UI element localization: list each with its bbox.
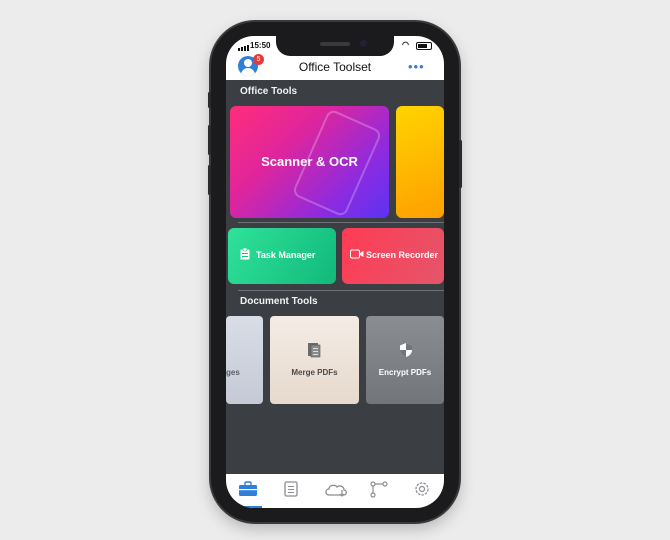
merge-pdfs-card[interactable]: Merge PDFs [270,316,359,404]
divider [238,290,444,291]
scanner-ocr-card[interactable]: Scanner & OCR [230,106,389,218]
clipboard-icon [240,248,250,260]
tab-bar [226,474,444,508]
camera [360,40,367,47]
notch [276,36,394,56]
divider [238,222,444,223]
toolbox-icon[interactable] [237,480,259,498]
scanner-ocr-label: Scanner & OCR [261,154,358,169]
document-tool-label: ges [226,368,240,377]
task-manager-card[interactable]: Task Manager [228,228,336,284]
screen-recorder-card[interactable]: Screen Recorder [342,228,444,284]
side-button-left-2 [208,125,211,155]
settings-icon[interactable] [411,480,433,498]
office-tools-heading: Office Tools [240,86,298,97]
more-options-button[interactable]: ••• [408,59,425,74]
document-tools-heading: Document Tools [240,296,318,307]
next-tool-card[interactable] [396,106,444,218]
signal-icon [238,42,250,51]
speaker [320,42,350,46]
encrypt-pdfs-label: Encrypt PDFs [378,368,432,377]
battery-icon [416,42,432,50]
active-tab-indicator [234,506,262,508]
wifi-icon: ◠ [402,40,409,49]
encrypt-pdfs-card[interactable]: Encrypt PDFs [366,316,444,404]
document-tool-card[interactable]: ges [226,316,263,404]
cloud-icon[interactable] [323,480,349,498]
notes-icon[interactable] [280,480,302,498]
connection-icon[interactable] [368,480,390,498]
side-button-left-3 [208,165,211,195]
video-camera-icon [350,249,364,259]
side-button-left-1 [208,92,211,108]
merge-document-icon [308,343,321,358]
shield-icon [400,343,412,357]
task-manager-label: Task Manager [256,250,316,260]
status-time: 15:50 [250,41,271,50]
side-button-right [459,140,462,188]
nav-bar: 5 Office Toolset ••• [226,54,444,80]
merge-pdfs-label: Merge PDFs [291,368,338,377]
screen-recorder-label: Screen Recorder [366,250,439,260]
phone-screen: 15:50 ◠ 5 Office Toolset ••• Office Tool… [226,36,444,508]
